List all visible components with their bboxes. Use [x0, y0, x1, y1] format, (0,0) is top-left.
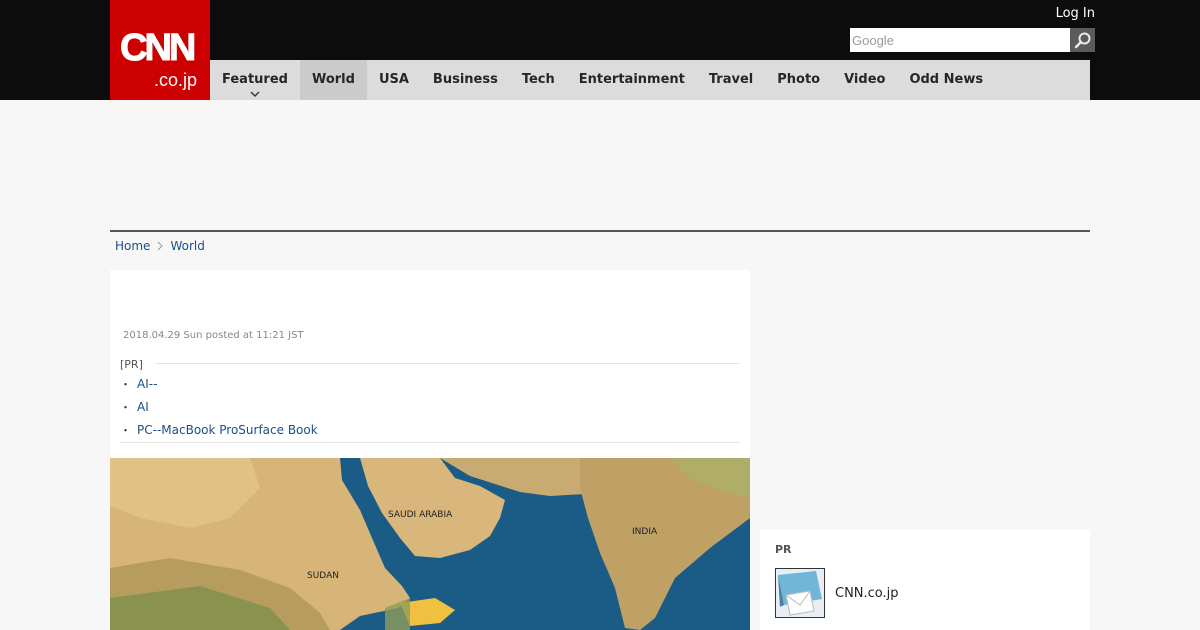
- nav-item-odd-news[interactable]: Odd News: [897, 60, 995, 100]
- nav-item-label: Tech: [521, 72, 555, 87]
- nav-item-travel[interactable]: Travel: [697, 60, 765, 100]
- sidebar-pr-box: PR CNN.co.jp: [760, 530, 1090, 630]
- nav-item-featured[interactable]: Featured: [210, 60, 300, 100]
- nav-item-label: USA: [378, 72, 409, 87]
- search-input[interactable]: [850, 28, 1070, 52]
- nav-item-label: Entertainment: [578, 72, 685, 87]
- nav-item-world[interactable]: World: [299, 60, 367, 100]
- nav-item-photo[interactable]: Photo: [765, 60, 832, 100]
- nav-item-business[interactable]: Business: [421, 60, 510, 100]
- breadcrumb-world-link[interactable]: World: [170, 238, 204, 254]
- sidebar-pr-label: PR: [775, 543, 792, 556]
- nav-item-label: Featured: [222, 72, 288, 87]
- nav-item-tech[interactable]: Tech: [510, 60, 567, 100]
- bullet-icon: ・: [120, 424, 131, 437]
- bullet-icon: ・: [120, 378, 131, 391]
- article-date: 2018.04.29 Sun posted at 11:21 JST: [123, 330, 304, 341]
- login-link[interactable]: Log In: [1056, 6, 1095, 22]
- sidebar-pr-title[interactable]: CNN.co.jp: [835, 586, 899, 601]
- nav-item-label: World: [311, 72, 355, 87]
- ad-separator: [110, 230, 1090, 232]
- laptop-mail-icon: [776, 569, 824, 617]
- main-nav: Featured World USA Business Tech Enterta…: [210, 60, 1090, 100]
- breadcrumb: Home World: [115, 238, 205, 254]
- pr-link-item[interactable]: ・ AI--: [120, 373, 318, 396]
- map-label-saudi-arabia: SAUDI ARABIA: [388, 510, 453, 520]
- pr-link-item[interactable]: ・ AI: [120, 396, 318, 419]
- nav-item-video[interactable]: Video: [832, 60, 897, 100]
- magnifier-icon: [1074, 32, 1090, 49]
- bullet-icon: ・: [120, 401, 131, 414]
- nav-item-label: Business: [432, 72, 498, 87]
- pr-divider: [155, 363, 740, 364]
- nav-item-entertainment[interactable]: Entertainment: [567, 60, 697, 100]
- pr-link-item[interactable]: ・ PC--MacBook ProSurface Book: [120, 419, 318, 442]
- nav-item-label: Video: [844, 72, 886, 87]
- map-label-india: INDIA: [632, 527, 658, 537]
- nav-item-label: Photo: [777, 72, 821, 87]
- pr-link-list: ・ AI-- ・ AI ・ PC--MacBook ProSurface Book: [120, 373, 318, 442]
- chevron-down-icon: [250, 91, 260, 97]
- map-label-sudan: SUDAN: [307, 571, 339, 581]
- pr-link-label: AI--: [137, 377, 158, 391]
- pr-thumbnail[interactable]: [775, 568, 825, 618]
- breadcrumb-home-link[interactable]: Home: [115, 238, 150, 254]
- search-button[interactable]: [1070, 28, 1095, 52]
- nav-item-label: Travel: [708, 72, 754, 87]
- pr-bottom-divider: [120, 442, 740, 443]
- top-header-bar: CNN .co.jp Log In Featured World USA Bus…: [0, 0, 1200, 100]
- pr-label: [PR]: [120, 358, 143, 371]
- nav-item-usa[interactable]: USA: [367, 60, 421, 100]
- pr-link-label: AI: [137, 400, 149, 414]
- logo-text: CNN: [119, 27, 196, 70]
- nav-item-label: Odd News: [909, 72, 984, 87]
- logo-subtext: .co.jp: [154, 70, 198, 90]
- article-map-image: SAUDI ARABIA INDIA SUDAN: [110, 458, 750, 630]
- article-card: 2018.04.29 Sun posted at 11:21 JST [PR] …: [110, 270, 750, 630]
- cnn-logo[interactable]: CNN .co.jp: [110, 0, 210, 100]
- chevron-right-icon: [158, 241, 164, 251]
- pr-link-label: PC--MacBook ProSurface Book: [137, 423, 318, 437]
